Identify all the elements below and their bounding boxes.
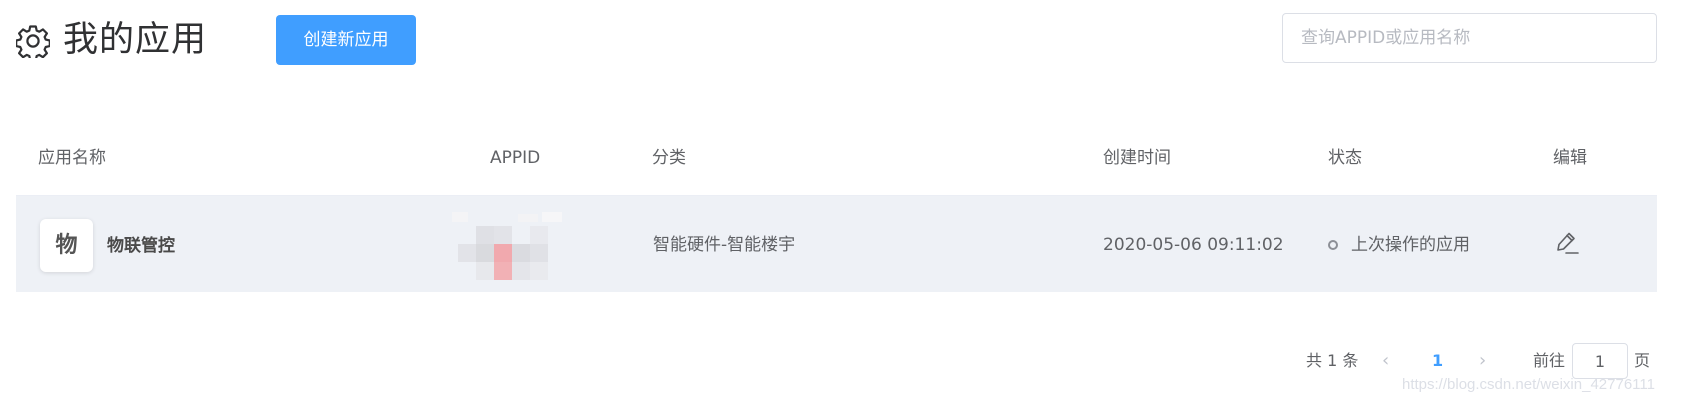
app-category: 智能硬件-智能楼宇: [653, 235, 796, 255]
app-name[interactable]: 物联管控: [107, 234, 175, 258]
chevron-right-icon[interactable]: ›: [1479, 343, 1486, 379]
page-title: 我的应用: [63, 20, 208, 60]
column-header-appid: APPID: [490, 148, 541, 168]
appid-redacted: [434, 202, 594, 288]
create-app-button[interactable]: 创建新应用: [276, 15, 416, 65]
column-header-created-at: 创建时间: [1103, 148, 1171, 168]
page-header: 我的应用 创建新应用: [0, 0, 1681, 88]
table-header: 应用名称 APPID 分类 创建时间 状态 编辑: [16, 126, 1657, 196]
search-input[interactable]: [1282, 13, 1657, 63]
column-header-app-name: 应用名称: [38, 148, 106, 168]
app-status: 上次操作的应用: [1351, 235, 1470, 255]
column-header-category: 分类: [652, 148, 686, 168]
app-created-at: 2020-05-06 09:11:02: [1103, 235, 1284, 255]
pagination: 共 1 条 ‹ 1 › 前往 页: [0, 343, 1681, 379]
chevron-left-icon[interactable]: ‹: [1382, 343, 1389, 379]
pagination-goto-suffix: 页: [1634, 351, 1651, 370]
column-header-edit: 编辑: [1553, 148, 1587, 168]
column-header-status: 状态: [1328, 148, 1362, 168]
pagination-goto-label: 前往: [1533, 351, 1566, 370]
watermark: https://blog.csdn.net/weixin_42776111: [1402, 376, 1655, 393]
edit-icon[interactable]: [1554, 230, 1580, 256]
app-avatar: 物: [40, 219, 93, 272]
pagination-page-current[interactable]: 1: [1432, 343, 1443, 379]
pagination-goto-input[interactable]: [1572, 343, 1628, 379]
apps-table: 应用名称 APPID 分类 创建时间 状态 编辑 物 物联管控 智能硬件-智能楼…: [16, 126, 1657, 292]
pagination-total: 共 1 条: [1306, 351, 1359, 370]
gear-icon: [16, 25, 50, 58]
table-row[interactable]: 物 物联管控 智能硬件-智能楼宇 2020-05-06 09:11:02 上次操…: [16, 196, 1657, 292]
status-dot-icon: [1328, 240, 1338, 250]
